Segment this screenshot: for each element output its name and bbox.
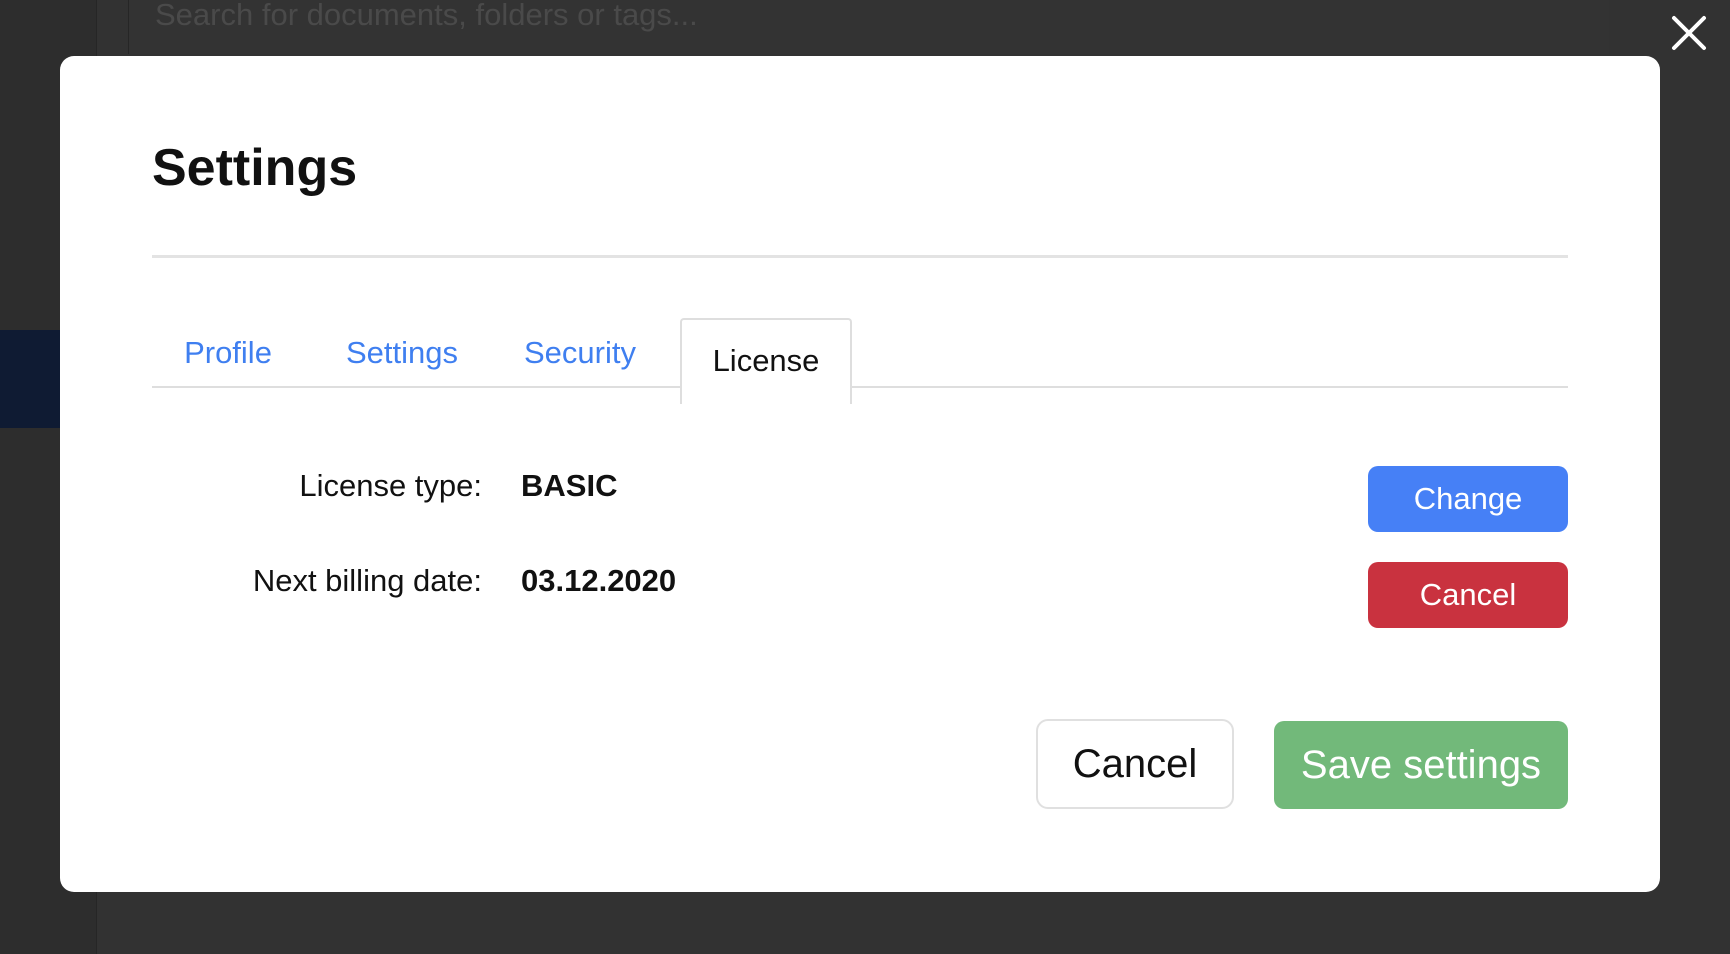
settings-modal: Settings Profile Settings Security Licen… <box>60 56 1660 892</box>
next-billing-date-label: Next billing date: <box>252 563 482 598</box>
modal-title: Settings <box>152 139 358 197</box>
license-type-label: License type: <box>299 468 482 503</box>
next-billing-date-value: 03.12.2020 <box>521 563 677 598</box>
tab-bar: Profile Settings Security License <box>152 318 1568 404</box>
tab-license[interactable]: License <box>680 318 852 404</box>
change-license-button[interactable]: Change <box>1368 466 1568 532</box>
background-search-bar <box>128 0 1609 54</box>
close-icon[interactable] <box>1664 8 1714 58</box>
tab-profile[interactable]: Profile <box>168 320 288 386</box>
title-divider <box>152 255 1568 258</box>
cancel-license-button[interactable]: Cancel <box>1368 562 1568 628</box>
tab-settings[interactable]: Settings <box>332 320 472 386</box>
save-settings-button[interactable]: Save settings <box>1274 721 1568 809</box>
search-input[interactable] <box>153 0 1457 44</box>
license-type-value: BASIC <box>521 468 618 503</box>
cancel-button[interactable]: Cancel <box>1036 719 1234 809</box>
tab-security[interactable]: Security <box>508 320 652 386</box>
